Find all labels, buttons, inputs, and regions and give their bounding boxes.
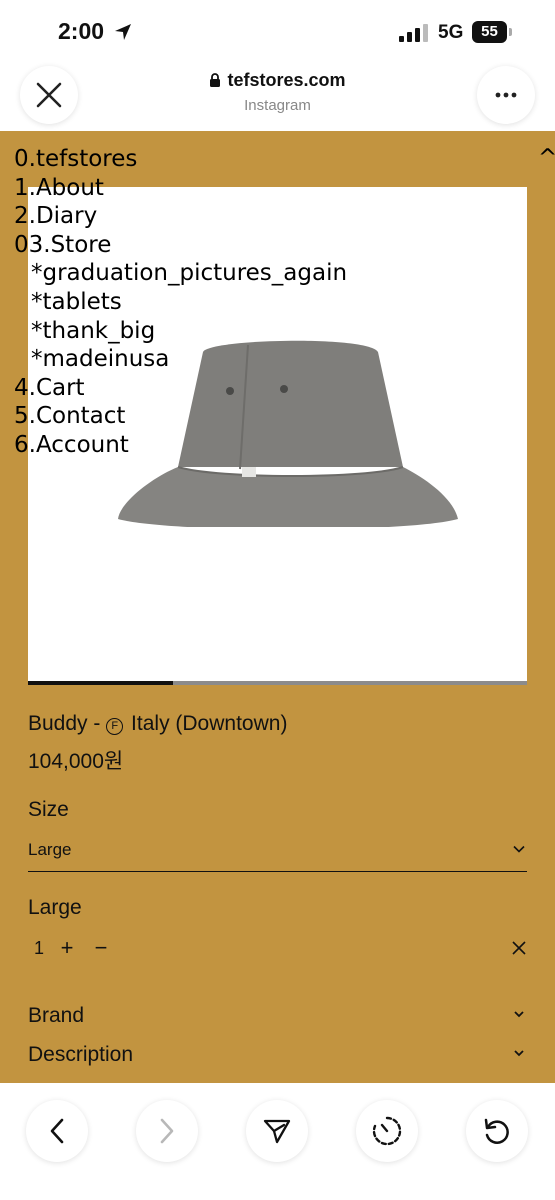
brand-accordion[interactable]: Brand [28,1004,527,1034]
image-carousel-progress [28,681,527,685]
nav-account[interactable]: 6.Account [14,431,347,460]
source-label: Instagram [244,97,311,114]
quantity-stepper: 1 + − [28,936,527,962]
nav-cart[interactable]: 4.Cart [14,374,347,403]
forward-button[interactable] [136,1100,198,1162]
nav-store[interactable]: 03.Store [14,231,347,260]
refresh-icon [484,1118,509,1144]
description-accordion-label: Description [28,1043,134,1066]
chevron-down-icon [514,1011,524,1018]
battery-icon: 55 [472,21,512,43]
network-type: 5G [438,22,464,43]
share-button[interactable] [246,1100,308,1162]
brand-accordion-label: Brand [28,1004,85,1027]
description-accordion[interactable]: Description [28,1043,527,1073]
quantity-value: 1 [34,938,45,958]
chevron-down-icon [513,845,525,853]
timer-button[interactable] [356,1100,418,1162]
increase-quantity-button[interactable]: + [57,937,77,959]
url-text: tefstores.com [227,70,346,90]
image-carousel-progress-fill [28,681,173,685]
product-name: Buddy - F Italy (Downtown) [28,712,287,736]
site-nav-menu: 0.tefstores 1.About 2.Diary 03.Store *gr… [14,145,347,460]
corner-toggle[interactable]: ^I [538,145,555,171]
location-arrow-icon [115,24,131,40]
size-selected-value: Large [28,840,72,859]
size-select[interactable]: Large [28,834,527,872]
battery-level: 55 [472,21,507,43]
line-item-variant: Large [28,896,82,919]
status-bar: 2:00 5G 55 [0,0,555,62]
product-name-suffix: Italy (Downtown) [125,712,288,735]
nav-sub-madeinusa[interactable]: *madeinusa [14,345,347,374]
nav-about[interactable]: 1.About [14,174,347,203]
url-display[interactable]: tefstores.com [0,70,555,91]
back-button[interactable] [26,1100,88,1162]
nav-sub-tablets[interactable]: *tablets [14,288,347,317]
site-content: 0.tefstores 1.About 2.Diary 03.Store *gr… [0,131,555,1083]
nav-contact[interactable]: 5.Contact [14,402,347,431]
nav-diary[interactable]: 2.Diary [14,202,347,231]
nav-home[interactable]: 0.tefstores [14,145,347,174]
product-price: 104,000원 [28,750,124,773]
send-icon [263,1119,291,1144]
status-time: 2:00 [58,18,105,44]
product-name-prefix: Buddy - [28,712,107,735]
browser-toolbar [0,1083,555,1200]
remove-item-icon[interactable] [511,940,527,956]
size-label: Size [28,798,69,821]
more-dots-icon [495,92,517,98]
browser-header: tefstores.com Instagram [0,62,555,131]
chevron-right-icon [160,1118,174,1144]
decrease-quantity-button[interactable]: − [91,937,111,959]
nav-sub-thank-big[interactable]: *thank_big [14,317,347,346]
chevron-down-icon [514,1050,524,1057]
chevron-left-icon [50,1118,64,1144]
lock-icon [210,73,221,87]
cellular-signal-icon [399,24,428,42]
reload-button[interactable] [466,1100,528,1162]
battery-cap [509,28,512,36]
nav-sub-graduation-pictures-again[interactable]: *graduation_pictures_again [14,259,347,288]
more-options-button[interactable] [477,66,535,124]
brand-mark-icon: F [106,718,124,735]
timer-icon [372,1116,402,1146]
